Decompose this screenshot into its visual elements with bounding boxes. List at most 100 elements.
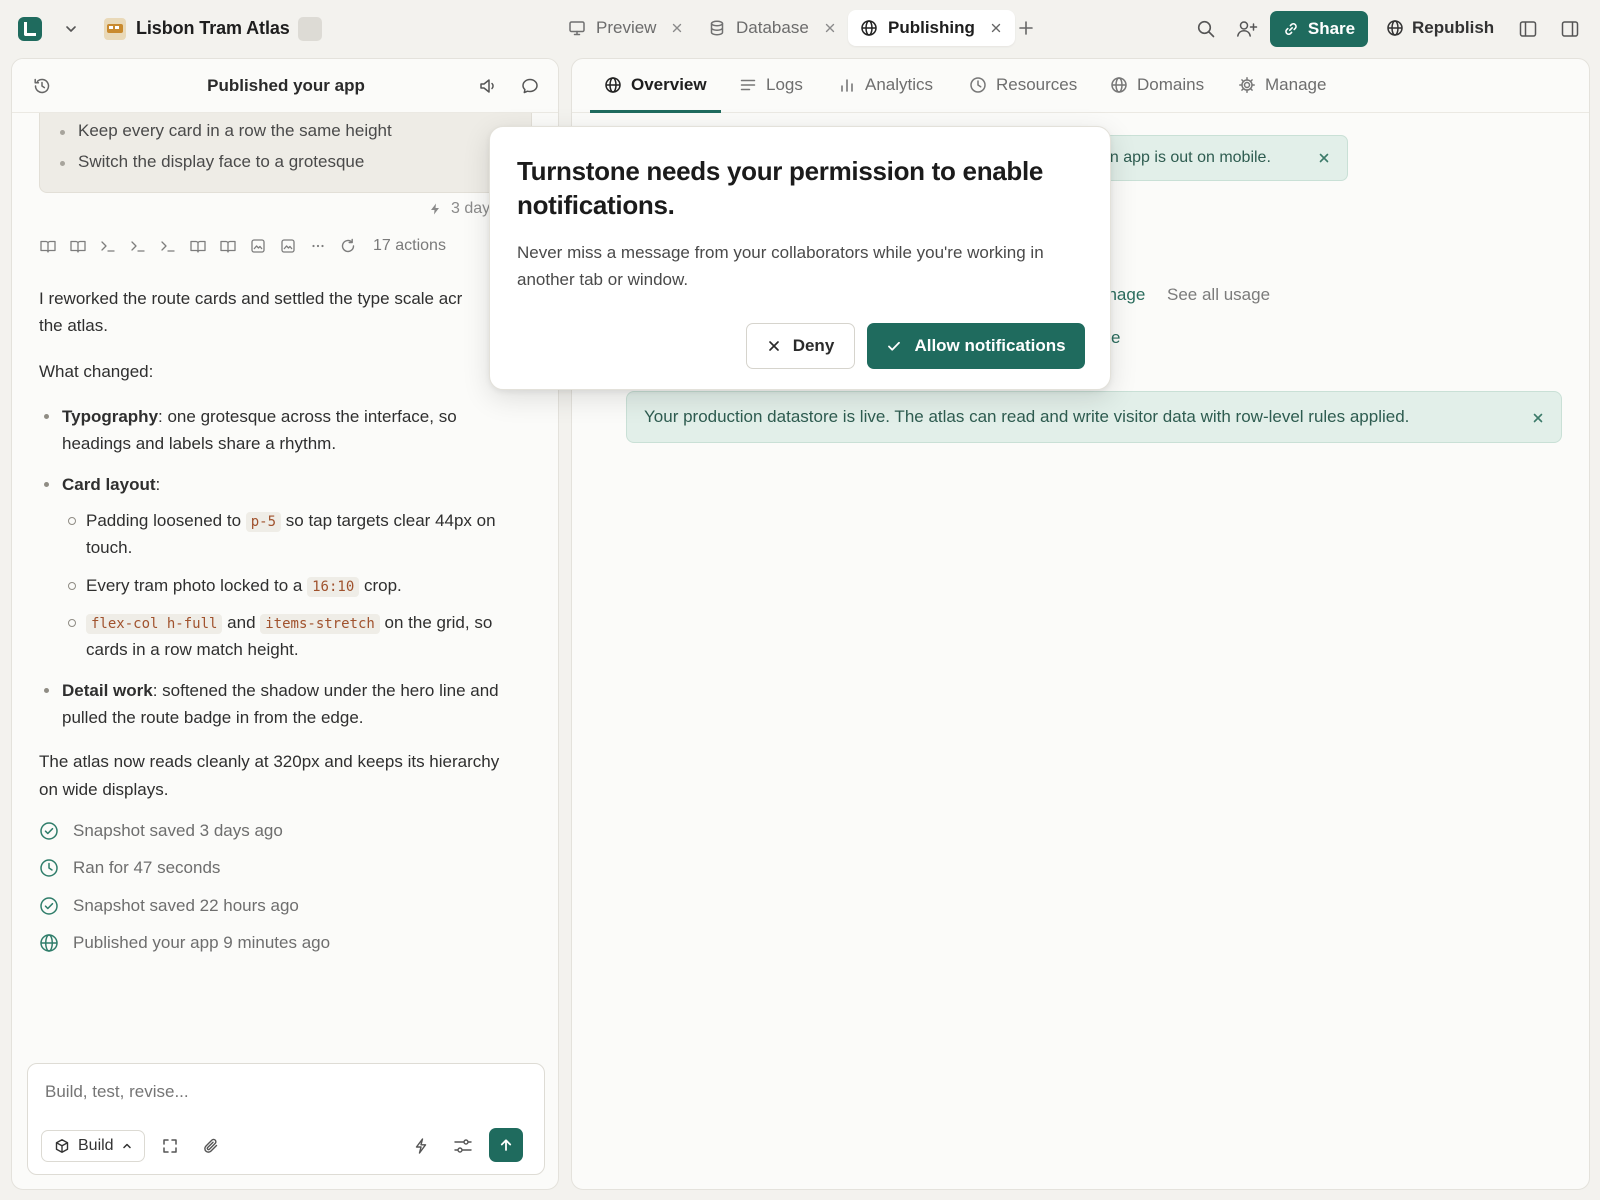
list-item: Switch the display face to a grotesque [60,152,392,183]
clock-icon [969,76,987,94]
sub-text: and [222,613,261,632]
share-button[interactable]: Share [1270,11,1368,47]
tab-domains[interactable]: Domains [1110,75,1204,113]
refresh-icon[interactable] [339,237,357,255]
close-icon[interactable] [823,21,837,35]
chat-header: Published your app [12,59,558,113]
deny-button[interactable]: Deny [746,323,855,369]
app-logo-icon[interactable] [18,17,42,41]
message-closing-cont: on wide displays. [39,780,169,799]
arrow-up-icon [498,1137,514,1153]
timestamp-text: 3 day [451,200,491,217]
close-icon[interactable] [670,21,684,35]
actions-toolbar[interactable]: 17 actions [39,237,446,255]
more-icon[interactable] [309,237,327,255]
add-tab-icon[interactable] [1016,18,1036,38]
tab-analytics[interactable]: Analytics [838,75,933,113]
dialog-body: Never miss a message from your collabora… [517,243,1044,289]
tab-publishing[interactable]: Publishing [848,10,1015,46]
monitor-icon [568,19,586,37]
sub-text-cont: cards in a row match height. [86,640,299,659]
notification-permission-dialog: Turnstone needs your permission to enabl… [489,126,1111,390]
tab-logs-label: Logs [766,75,803,94]
status-item: Snapshot saved 22 hours ago [39,896,299,916]
tab-logs[interactable]: Logs [739,75,803,113]
close-icon[interactable] [1317,151,1331,165]
globe-icon [39,933,59,953]
chevron-up-icon [122,1141,132,1151]
share-button-label: Share [1307,19,1356,38]
tab-database-label: Database [736,18,809,37]
sub-text: crop. [359,576,402,595]
search-icon[interactable] [1196,19,1216,39]
list-item: Typography: one grotesque across the int… [44,403,457,430]
tab-preview[interactable]: Preview [556,10,696,46]
tab-resources[interactable]: Resources [969,75,1077,113]
chevron-down-icon[interactable] [62,20,80,38]
build-mode-button[interactable]: Build [41,1130,145,1162]
status-item: Ran for 47 seconds [39,858,220,878]
close-icon[interactable] [1531,411,1545,425]
banner-text: Your production datastore is live. The a… [644,407,1410,426]
message-input[interactable] [45,1082,525,1102]
image-icon[interactable] [249,237,267,255]
project-title[interactable]: Lisbon Tram Atlas [136,18,290,39]
tab-overview[interactable]: Overview [590,75,721,113]
image-icon[interactable] [279,237,297,255]
republish-button[interactable]: Republish [1386,18,1494,38]
invite-user-icon[interactable] [1236,19,1258,39]
terminal-icon[interactable] [159,237,177,255]
deny-label: Deny [792,336,835,355]
terminal-icon[interactable] [99,237,117,255]
message-intro-cont: the atlas. [39,316,108,335]
lines-icon [739,76,757,94]
top-bar: Lisbon Tram Atlas Preview Database Publi… [0,0,1600,58]
bullet-label: Typography [62,407,159,426]
book-icon[interactable] [219,237,237,255]
close-icon[interactable] [989,21,1003,35]
tab-preview-label: Preview [596,18,657,37]
comment-icon[interactable] [520,76,540,96]
list-item: Keep every card in a row the same height [60,121,392,152]
tab-publishing-label: Publishing [888,18,975,37]
project-status-chip[interactable] [298,17,322,41]
book-icon[interactable] [39,237,57,255]
terminal-icon[interactable] [129,237,147,255]
message-closing: The atlas now reads cleanly at 320px and… [39,752,500,771]
sub-text: Padding loosened to [86,511,246,530]
paperclip-icon[interactable] [202,1137,220,1155]
allow-notifications-button[interactable]: Allow notifications [867,323,1085,369]
close-icon [767,339,781,353]
chat-title: Published your app [207,76,365,95]
tab-overview-label: Overview [631,75,707,94]
build-label: Build [78,1137,114,1154]
bullet-text: : one grotesque across the interface, so [158,407,457,426]
inline-code: items-stretch [260,614,380,634]
expand-icon[interactable] [161,1137,179,1155]
check-circle-icon [39,896,59,916]
right-panel-toggle-icon[interactable] [1560,19,1580,39]
sub-text: Every tram photo locked to a [86,576,308,595]
bolt-icon[interactable] [412,1137,430,1155]
globe-icon [860,19,878,37]
inline-code: flex-col h-full [86,614,223,634]
message-intro: I reworked the route cards and settled t… [39,289,463,308]
bullet-text: : [155,475,161,494]
send-button[interactable] [489,1128,523,1162]
book-icon[interactable] [189,237,207,255]
globe-icon [604,76,622,94]
actions-count[interactable]: 17 actions [373,237,446,255]
tab-manage[interactable]: Manage [1238,75,1326,113]
speaker-icon[interactable] [478,76,498,96]
settings-sliders-icon[interactable] [453,1137,473,1155]
left-panel-toggle-icon[interactable] [1518,19,1538,39]
tab-database[interactable]: Database [696,10,849,46]
inline-code: p-5 [245,512,282,532]
cube-icon [54,1138,70,1154]
book-icon[interactable] [69,237,87,255]
link-icon [1283,21,1299,37]
banner-text: on app is out on mobile. [1101,149,1271,166]
usage-link-partial[interactable]: e [1111,328,1120,348]
chat-panel: Published your app Keep every card in a … [11,58,559,1190]
see-all-usage-link[interactable]: See all usage [1167,285,1270,305]
